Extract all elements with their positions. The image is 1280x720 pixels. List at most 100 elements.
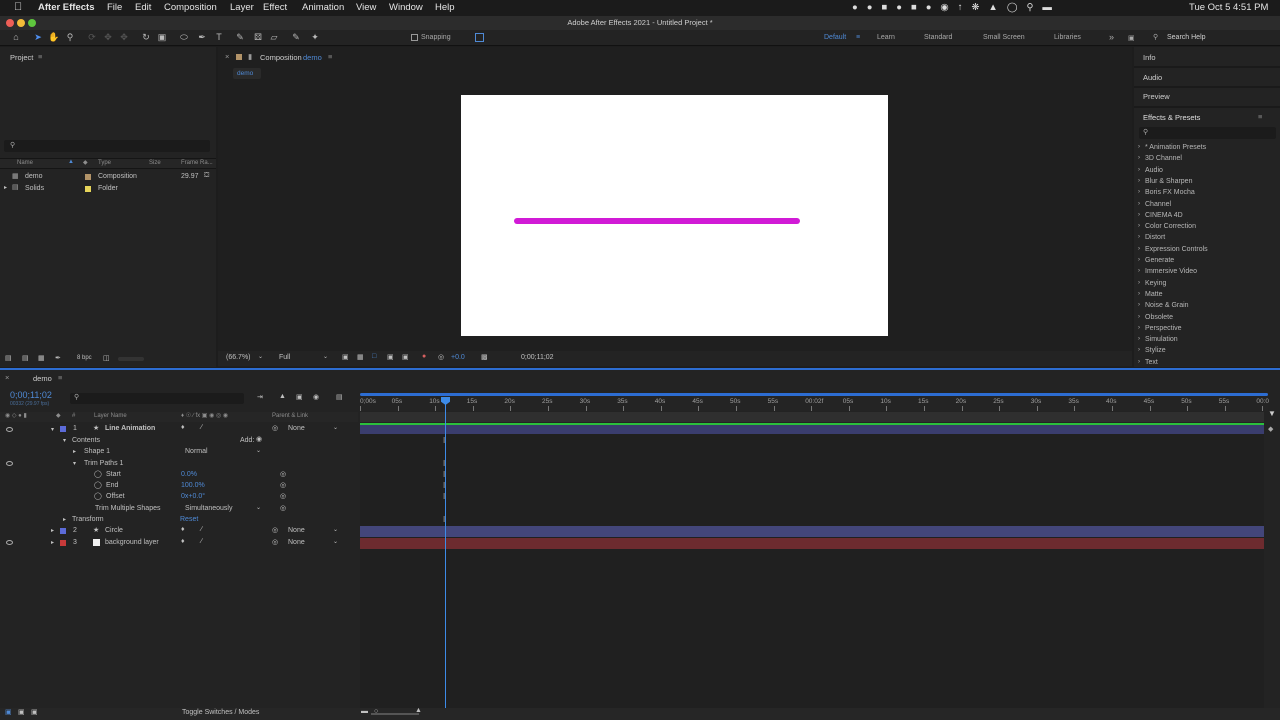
exposure-value[interactable]: +0.0 bbox=[451, 354, 465, 361]
minimize-window-button[interactable] bbox=[17, 19, 25, 27]
keyframe-marker[interactable]: I bbox=[443, 459, 445, 468]
effect-category-item[interactable]: Simulation bbox=[1145, 336, 1178, 343]
effect-category-item[interactable]: Color Correction bbox=[1145, 223, 1196, 230]
trash-icon[interactable]: ◫ bbox=[103, 354, 110, 362]
puppet-pin-tool-icon[interactable]: ✦ bbox=[309, 31, 321, 44]
snapping-options-icon[interactable] bbox=[475, 33, 484, 42]
magenta-line-shape[interactable] bbox=[514, 218, 800, 224]
bit-depth-label[interactable]: 8 bpc bbox=[77, 355, 92, 361]
collapse-switch-icon[interactable]: ♦ bbox=[181, 538, 185, 545]
app-menu[interactable]: After Effects bbox=[38, 2, 95, 13]
grid-guide-icon[interactable]: ▣ bbox=[387, 353, 394, 361]
toggle-switches-modes-button[interactable]: Toggle Switches / Modes bbox=[182, 709, 259, 716]
effect-category-item[interactable]: Generate bbox=[1145, 257, 1174, 264]
effect-category-item[interactable]: Stylize bbox=[1145, 347, 1166, 354]
expand-modes-icon[interactable]: ▣ bbox=[18, 708, 25, 716]
zoom-slider-handle[interactable]: ○ bbox=[374, 708, 378, 715]
home-icon[interactable]: ⌂ bbox=[10, 31, 22, 44]
snapping-checkbox[interactable] bbox=[411, 34, 418, 41]
menubar-clock[interactable]: Tue Oct 5 4:51 PM bbox=[1189, 2, 1268, 13]
brush-tool-icon[interactable]: ✎ bbox=[234, 31, 246, 44]
interpret-footage-icon[interactable]: ▤ bbox=[5, 354, 12, 362]
expand-arrow-icon[interactable]: › bbox=[1138, 212, 1140, 218]
expression-pickwhip-icon[interactable]: ◎ bbox=[280, 504, 286, 512]
expand-arrow-icon[interactable]: › bbox=[1138, 347, 1140, 353]
expand-arrow-icon[interactable]: › bbox=[1138, 178, 1140, 184]
expand-arrow-icon[interactable]: › bbox=[1138, 336, 1140, 342]
comp-timecode[interactable]: 0;00;11;02 bbox=[521, 354, 554, 361]
offset-value[interactable]: 0x+0.0° bbox=[181, 493, 205, 500]
expand-arrow-icon[interactable]: › bbox=[1138, 257, 1140, 263]
expand-arrow-icon[interactable]: ▸ bbox=[73, 448, 76, 455]
menu-animation[interactable]: Animation bbox=[302, 2, 344, 13]
label-swatch[interactable] bbox=[60, 426, 66, 432]
effects-panel-menu-icon[interactable]: ≡ bbox=[1258, 112, 1262, 121]
expand-arrow-icon[interactable]: › bbox=[1138, 314, 1140, 320]
menu-layer[interactable]: Layer bbox=[230, 2, 254, 13]
sync-settings-icon[interactable]: ▣ bbox=[1128, 34, 1135, 42]
menu-view[interactable]: View bbox=[356, 2, 376, 13]
offset-property-label[interactable]: Offset bbox=[106, 493, 125, 500]
transform-label[interactable]: Transform bbox=[72, 516, 104, 523]
dolly-tool-icon[interactable]: ✥ bbox=[118, 31, 130, 44]
snapshot-icon[interactable]: ▩ bbox=[481, 353, 488, 361]
effect-category-item[interactable]: Blur & Sharpen bbox=[1145, 178, 1192, 185]
col-size[interactable]: Size bbox=[149, 160, 161, 166]
zoom-in-icon[interactable]: ▲ bbox=[415, 707, 422, 714]
lock-icon[interactable]: ▮ bbox=[248, 52, 252, 61]
effect-category-item[interactable]: Immersive Video bbox=[1145, 268, 1197, 275]
end-property-label[interactable]: End bbox=[106, 482, 118, 489]
quality-switch-icon[interactable]: ∕ bbox=[201, 526, 202, 533]
new-composition-icon[interactable]: ▦ bbox=[38, 354, 45, 362]
collapse-switch-icon[interactable]: ♦ bbox=[181, 424, 185, 431]
parent-pickwhip-icon[interactable]: ◎ bbox=[272, 424, 278, 432]
parent-pickwhip-icon[interactable]: ◎ bbox=[272, 538, 278, 546]
shy-layers-icon[interactable]: ▣ bbox=[296, 393, 303, 401]
thumbnail-slider[interactable] bbox=[118, 357, 144, 361]
timeline-tab-name[interactable]: demo bbox=[33, 374, 52, 383]
transparency-grid-icon[interactable]: ▦ bbox=[357, 353, 364, 361]
new-folder-icon[interactable]: ▤ bbox=[22, 354, 29, 362]
close-panel-icon[interactable]: × bbox=[225, 52, 229, 61]
clone-stamp-tool-icon[interactable]: ⚄ bbox=[252, 31, 264, 44]
pan-tool-icon[interactable]: ✥ bbox=[102, 31, 114, 44]
expand-arrow-icon[interactable]: › bbox=[1138, 302, 1140, 308]
workspace-standard[interactable]: Standard bbox=[924, 34, 952, 41]
start-value[interactable]: 0.0% bbox=[181, 471, 197, 478]
expand-arrow-icon[interactable]: › bbox=[1138, 291, 1140, 297]
end-value[interactable]: 100.0% bbox=[181, 482, 205, 489]
effects-search-input[interactable] bbox=[1139, 127, 1276, 139]
frame-blending-icon[interactable]: ◉ bbox=[313, 393, 319, 401]
orbit-tool-icon[interactable]: ⟳ bbox=[86, 31, 98, 44]
eraser-tool-icon[interactable]: ▱ bbox=[268, 31, 280, 44]
effect-category-item[interactable]: CINEMA 4D bbox=[1145, 212, 1183, 219]
layer-name[interactable]: Circle bbox=[105, 527, 123, 534]
expand-arrow-icon[interactable]: ▾ bbox=[63, 437, 66, 444]
composition-tab-name[interactable]: demo bbox=[303, 53, 322, 62]
expand-layer-switches-icon[interactable]: ▣ bbox=[5, 708, 12, 716]
workspace-learn[interactable]: Learn bbox=[877, 34, 895, 41]
expand-arrow-icon[interactable]: › bbox=[1138, 234, 1140, 240]
layer-name[interactable]: Line Animation bbox=[105, 425, 155, 432]
keyframe-marker[interactable]: I bbox=[443, 492, 445, 501]
expand-arrow-icon[interactable]: ▾ bbox=[73, 460, 76, 467]
effects-presets-title[interactable]: Effects & Presets bbox=[1143, 113, 1200, 122]
expand-arrow-icon[interactable]: › bbox=[1138, 167, 1140, 173]
project-search-input[interactable] bbox=[4, 140, 210, 152]
stopwatch-icon[interactable]: ◯ bbox=[94, 481, 102, 489]
expand-arrow-icon[interactable]: › bbox=[1138, 280, 1140, 286]
channel-icon[interactable]: ▣ bbox=[402, 353, 409, 361]
menu-window[interactable]: Window bbox=[389, 2, 423, 13]
start-property-label[interactable]: Start bbox=[106, 471, 121, 478]
visibility-eye-icon[interactable] bbox=[6, 540, 13, 545]
transform-reset-link[interactable]: Reset bbox=[180, 516, 198, 523]
quality-switch-icon[interactable]: ∕ bbox=[201, 424, 202, 431]
effect-category-item[interactable]: Keying bbox=[1145, 280, 1166, 287]
effect-category-item[interactable]: Perspective bbox=[1145, 325, 1182, 332]
shape-group-label[interactable]: Shape 1 bbox=[84, 448, 110, 455]
pan-behind-tool-icon[interactable]: ▣ bbox=[156, 31, 168, 44]
motion-blur-icon[interactable]: ▤ bbox=[336, 393, 343, 401]
expand-arrow-icon[interactable]: › bbox=[1138, 246, 1140, 252]
panel-menu-icon[interactable]: ≡ bbox=[58, 373, 62, 382]
layer-bar[interactable] bbox=[360, 423, 1264, 434]
